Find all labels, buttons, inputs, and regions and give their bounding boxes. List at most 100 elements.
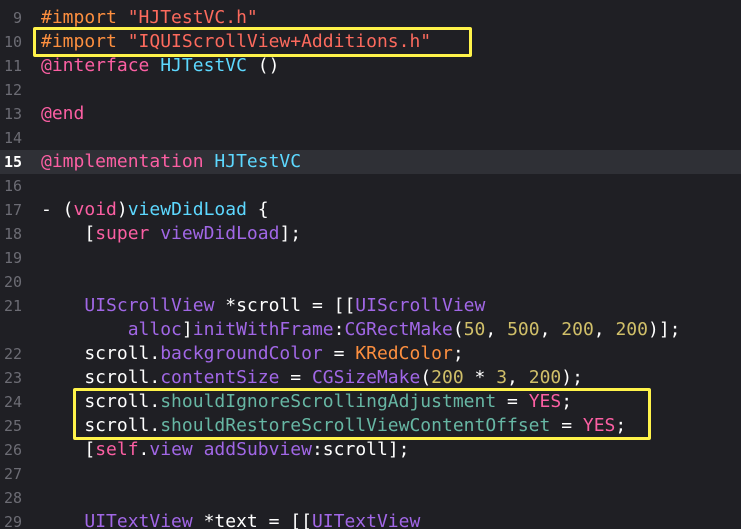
code-token: UITextView <box>311 511 421 529</box>
code-line[interactable]: 13 @end <box>0 102 741 126</box>
line-number: 19 <box>3 249 22 267</box>
code-token: { <box>246 199 269 220</box>
line-number: 18 <box>3 225 22 243</box>
code-line[interactable]: 15 @implementation HJTestVC <box>0 150 741 174</box>
code-line[interactable]: 27 <box>0 462 741 486</box>
code-token: alloc <box>127 319 182 340</box>
code-token: , <box>485 319 508 340</box>
code-text: @interface HJTestVC () <box>41 54 279 78</box>
line-number: 25 <box>3 417 22 435</box>
code-token: viewDidLoad <box>160 223 280 244</box>
code-token: , <box>539 319 562 340</box>
line-number: 24 <box>3 393 22 411</box>
code-token: ; <box>452 343 464 364</box>
code-token: CGSizeMake <box>311 367 421 388</box>
code-text: scroll.backgroundColor = KRedColor; <box>41 342 464 366</box>
code-token: view <box>149 439 193 460</box>
code-editor[interactable]: 9 #import "HJTestVC.h" 10 #import "IQUIScro… <box>0 0 741 529</box>
code-token: :scroll]; <box>311 439 410 460</box>
line-number: 28 <box>3 489 22 507</box>
code-token: , <box>593 319 616 340</box>
code-line[interactable]: 17 - (void)viewDidLoad { <box>0 198 741 222</box>
code-token: [ <box>41 439 96 460</box>
code-token: contentSize <box>160 367 280 388</box>
code-token: HJTestVC <box>214 151 302 172</box>
code-line[interactable]: alloc]initWithFrame:CGRectMake(50, 500, … <box>0 318 741 342</box>
line-number: 9 <box>12 9 22 27</box>
code-text: - (void)viewDidLoad { <box>41 198 269 222</box>
line-number: 27 <box>3 465 22 483</box>
code-token: . <box>138 439 150 460</box>
code-text: @implementation HJTestVC <box>41 150 301 174</box>
code-token: 200 <box>561 319 594 340</box>
code-token: = <box>322 343 356 364</box>
code-token: CGRectMake <box>344 319 453 340</box>
code-token: ]; <box>279 223 302 244</box>
line-number: 13 <box>3 105 22 123</box>
code-token: HJTestVC <box>160 55 247 76</box>
code-token: @interface <box>41 55 150 76</box>
code-token: scroll. <box>41 343 161 364</box>
code-line[interactable]: 28 <box>0 486 741 510</box>
code-token: ( <box>452 319 464 340</box>
line-number: 11 <box>3 57 22 75</box>
code-text: alloc]initWithFrame:CGRectMake(50, 500, … <box>41 318 681 342</box>
code-token: 50 <box>463 319 486 340</box>
code-line[interactable]: 26 [self.view addSubview:scroll]; <box>0 438 741 462</box>
line-number: 21 <box>3 297 22 315</box>
code-line[interactable]: 20 <box>0 270 741 294</box>
code-token: = <box>279 367 312 388</box>
code-token: backgroundColor <box>160 343 323 364</box>
code-token: UIScrollView <box>355 295 486 316</box>
code-text: scroll.contentSize = CGSizeMake(200 * 3,… <box>41 366 583 390</box>
highlight-box-scroll-properties <box>73 388 651 440</box>
code-token: KRedColor <box>355 343 453 364</box>
line-number: 12 <box>3 81 22 99</box>
code-token: 200 <box>528 367 562 388</box>
code-text: [self.view addSubview:scroll]; <box>41 438 410 462</box>
line-number: 22 <box>3 345 22 363</box>
code-token: 3 <box>496 367 508 388</box>
code-token: : <box>333 319 345 340</box>
code-token: 500 <box>507 319 540 340</box>
code-line[interactable]: 29 UITextView *text = [[UITextView <box>0 510 741 529</box>
line-number: 14 <box>3 129 22 147</box>
code-line[interactable]: 11 @interface HJTestVC () <box>0 54 741 78</box>
code-line[interactable]: 14 <box>0 126 741 150</box>
line-number: 26 <box>3 441 22 459</box>
code-token: void <box>73 199 117 220</box>
code-line[interactable]: 21 UIScrollView *scroll = [[UIScrollView <box>0 294 741 318</box>
code-token: scroll. <box>41 367 161 388</box>
code-token: *scroll = [[ <box>214 295 356 316</box>
code-token: super <box>95 223 150 244</box>
code-text: [super viewDidLoad]; <box>41 222 301 246</box>
line-number: 23 <box>3 369 22 387</box>
code-token: UITextView <box>84 511 193 529</box>
code-token: ) <box>116 199 128 220</box>
code-token: ] <box>181 319 193 340</box>
code-line[interactable]: 16 <box>0 174 741 198</box>
code-token: [ <box>41 223 96 244</box>
code-token: @implementation <box>41 151 204 172</box>
line-number: 29 <box>3 513 22 529</box>
code-token: addSubview <box>203 439 312 460</box>
code-line[interactable]: 18 [super viewDidLoad]; <box>0 222 741 246</box>
code-line[interactable]: 19 <box>0 246 741 270</box>
code-line[interactable]: 12 <box>0 78 741 102</box>
code-token: () <box>246 55 280 76</box>
line-number: 15 <box>3 153 22 171</box>
code-token: - ( <box>41 199 74 220</box>
code-line[interactable]: 22 scroll.backgroundColor = KRedColor; <box>0 342 741 366</box>
code-token: , <box>507 367 529 388</box>
code-token: "HJTestVC.h" <box>127 7 258 28</box>
code-text: UIScrollView *scroll = [[UIScrollView <box>41 294 485 318</box>
code-text: UITextView *text = [[UITextView <box>41 510 420 529</box>
code-line[interactable]: 23 scroll.contentSize = CGSizeMake(200 *… <box>0 366 741 390</box>
code-token: ( <box>420 367 432 388</box>
